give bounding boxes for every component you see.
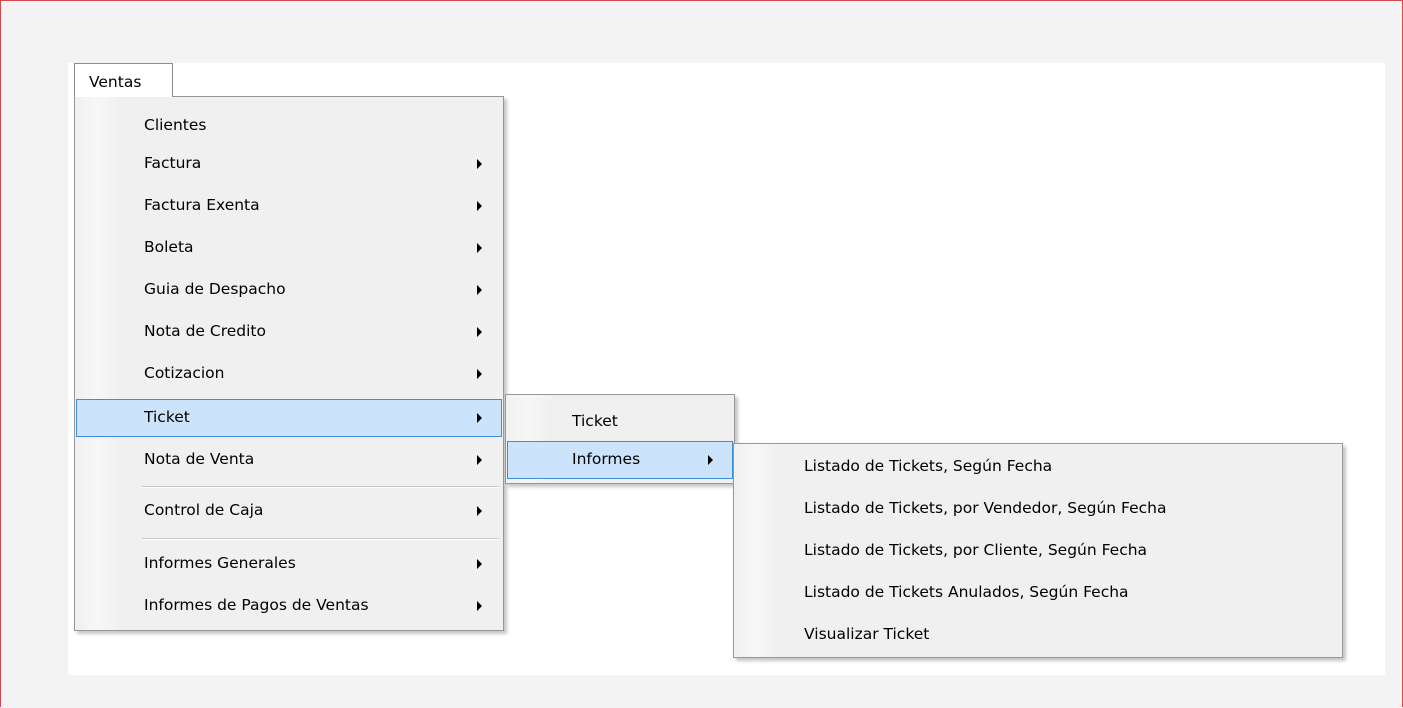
submenu-arrow-icon: [477, 243, 482, 253]
menu-item-label: Guia de Despacho: [144, 280, 286, 298]
menu-item-label: Listado de Tickets Anulados, Según Fecha: [804, 583, 1129, 601]
menu-item-label: Factura: [144, 154, 202, 172]
ventas-dropdown: Clientes Factura Factura Exenta Boleta G…: [74, 96, 504, 631]
submenu-arrow-icon: [477, 327, 482, 337]
menu-item-ticket-nuevo[interactable]: Ticket: [507, 406, 733, 436]
menu-item-guia-de-despacho[interactable]: Guia de Despacho: [76, 274, 502, 304]
informes-submenu: Listado de Tickets, Según Fecha Listado …: [733, 443, 1343, 658]
menu-item-label: Listado de Tickets, Según Fecha: [804, 457, 1053, 475]
menu-separator: [142, 538, 499, 540]
menu-ventas-label: Ventas: [89, 73, 142, 91]
submenu-arrow-icon: [708, 455, 713, 465]
menu-item-label: Listado de Tickets, por Vendedor, Según …: [804, 499, 1167, 517]
menu-item-label: Nota de Venta: [144, 450, 255, 468]
submenu-arrow-icon: [477, 601, 482, 611]
menu-item-label: Ticket: [144, 408, 190, 426]
menu-item-label: Control de Caja: [144, 501, 264, 519]
menu-item-factura[interactable]: Factura: [76, 148, 502, 178]
menu-item-informes-de-pagos-de-ventas[interactable]: Informes de Pagos de Ventas: [76, 590, 502, 620]
menu-item-nota-de-credito[interactable]: Nota de Credito: [76, 316, 502, 346]
menu-item-cotizacion[interactable]: Cotizacion: [76, 358, 502, 388]
menu-item-listado-tickets-anulados[interactable]: Listado de Tickets Anulados, Según Fecha: [735, 577, 1341, 607]
submenu-arrow-icon: [477, 201, 482, 211]
menu-item-label: Informes: [572, 450, 641, 468]
menu-item-informes-generales[interactable]: Informes Generales: [76, 548, 502, 578]
menu-item-informes[interactable]: Informes: [507, 441, 733, 479]
submenu-arrow-icon: [477, 159, 482, 169]
menu-ventas[interactable]: Ventas: [74, 63, 173, 97]
menu-item-factura-exenta[interactable]: Factura Exenta: [76, 190, 502, 220]
menu-item-label: Informes de Pagos de Ventas: [144, 596, 369, 614]
menu-item-label: Listado de Tickets, por Cliente, Según F…: [804, 541, 1148, 559]
menu-item-label: Informes Generales: [144, 554, 296, 572]
submenu-arrow-icon: [477, 285, 482, 295]
menu-item-control-de-caja[interactable]: Control de Caja: [76, 495, 502, 525]
menu-item-boleta[interactable]: Boleta: [76, 232, 502, 262]
ticket-submenu: Ticket Informes: [505, 394, 735, 484]
menu-item-label: Cotizacion: [144, 364, 225, 382]
menu-item-ticket[interactable]: Ticket: [76, 399, 502, 437]
menu-item-listado-tickets-fecha[interactable]: Listado de Tickets, Según Fecha: [735, 451, 1341, 481]
menu-item-clientes[interactable]: Clientes: [76, 110, 502, 140]
menu-item-label: Nota de Credito: [144, 322, 266, 340]
submenu-arrow-icon: [477, 369, 482, 379]
menu-item-visualizar-ticket[interactable]: Visualizar Ticket: [735, 619, 1341, 649]
menu-item-label: Clientes: [144, 116, 207, 134]
menu-item-listado-tickets-cliente[interactable]: Listado de Tickets, por Cliente, Según F…: [735, 535, 1341, 565]
submenu-arrow-icon: [477, 455, 482, 465]
menu-separator: [142, 486, 499, 488]
menu-item-listado-tickets-vendedor[interactable]: Listado de Tickets, por Vendedor, Según …: [735, 493, 1341, 523]
menu-item-label: Boleta: [144, 238, 194, 256]
menu-item-label: Factura Exenta: [144, 196, 260, 214]
submenu-arrow-icon: [477, 413, 482, 423]
submenu-arrow-icon: [477, 559, 482, 569]
submenu-arrow-icon: [477, 506, 482, 516]
menu-item-label: Ticket: [572, 412, 618, 430]
menu-item-label: Visualizar Ticket: [804, 625, 930, 643]
menu-item-nota-de-venta[interactable]: Nota de Venta: [76, 444, 502, 474]
